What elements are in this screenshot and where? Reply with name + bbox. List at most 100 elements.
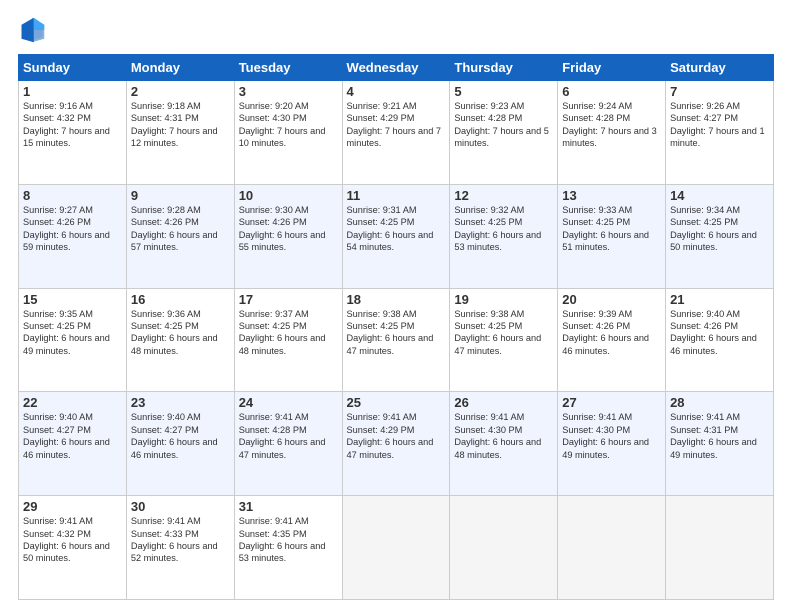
- day-info: Sunrise: 9:38 AMSunset: 4:25 PMDaylight:…: [347, 309, 434, 356]
- day-number: 7: [670, 84, 769, 99]
- day-info: Sunrise: 9:18 AMSunset: 4:31 PMDaylight:…: [131, 101, 218, 148]
- day-number: 6: [562, 84, 661, 99]
- day-info: Sunrise: 9:36 AMSunset: 4:25 PMDaylight:…: [131, 309, 218, 356]
- calendar-cell: 4 Sunrise: 9:21 AMSunset: 4:29 PMDayligh…: [342, 81, 450, 185]
- day-number: 24: [239, 395, 338, 410]
- calendar-cell: 26 Sunrise: 9:41 AMSunset: 4:30 PMDaylig…: [450, 392, 558, 496]
- day-number: 5: [454, 84, 553, 99]
- calendar-cell: 16 Sunrise: 9:36 AMSunset: 4:25 PMDaylig…: [126, 288, 234, 392]
- calendar-cell: 18 Sunrise: 9:38 AMSunset: 4:25 PMDaylig…: [342, 288, 450, 392]
- day-info: Sunrise: 9:41 AMSunset: 4:28 PMDaylight:…: [239, 412, 326, 459]
- day-number: 26: [454, 395, 553, 410]
- day-number: 16: [131, 292, 230, 307]
- col-header-thursday: Thursday: [450, 55, 558, 81]
- calendar-cell: 27 Sunrise: 9:41 AMSunset: 4:30 PMDaylig…: [558, 392, 666, 496]
- day-info: Sunrise: 9:41 AMSunset: 4:32 PMDaylight:…: [23, 516, 110, 563]
- day-number: 3: [239, 84, 338, 99]
- calendar-cell: 11 Sunrise: 9:31 AMSunset: 4:25 PMDaylig…: [342, 184, 450, 288]
- day-number: 13: [562, 188, 661, 203]
- day-info: Sunrise: 9:32 AMSunset: 4:25 PMDaylight:…: [454, 205, 541, 252]
- day-number: 4: [347, 84, 446, 99]
- day-number: 22: [23, 395, 122, 410]
- day-info: Sunrise: 9:21 AMSunset: 4:29 PMDaylight:…: [347, 101, 442, 148]
- calendar-cell: 28 Sunrise: 9:41 AMSunset: 4:31 PMDaylig…: [666, 392, 774, 496]
- week-row-2: 8 Sunrise: 9:27 AMSunset: 4:26 PMDayligh…: [19, 184, 774, 288]
- day-number: 17: [239, 292, 338, 307]
- logo-icon: [18, 16, 46, 44]
- calendar-cell: 9 Sunrise: 9:28 AMSunset: 4:26 PMDayligh…: [126, 184, 234, 288]
- day-info: Sunrise: 9:28 AMSunset: 4:26 PMDaylight:…: [131, 205, 218, 252]
- day-info: Sunrise: 9:23 AMSunset: 4:28 PMDaylight:…: [454, 101, 549, 148]
- calendar-cell: 1 Sunrise: 9:16 AMSunset: 4:32 PMDayligh…: [19, 81, 127, 185]
- day-number: 27: [562, 395, 661, 410]
- day-number: 14: [670, 188, 769, 203]
- calendar-cell: 13 Sunrise: 9:33 AMSunset: 4:25 PMDaylig…: [558, 184, 666, 288]
- day-info: Sunrise: 9:26 AMSunset: 4:27 PMDaylight:…: [670, 101, 765, 148]
- day-info: Sunrise: 9:41 AMSunset: 4:30 PMDaylight:…: [454, 412, 541, 459]
- calendar-table: SundayMondayTuesdayWednesdayThursdayFrid…: [18, 54, 774, 600]
- calendar-cell: [666, 496, 774, 600]
- day-info: Sunrise: 9:24 AMSunset: 4:28 PMDaylight:…: [562, 101, 657, 148]
- logo: [18, 16, 52, 44]
- day-number: 19: [454, 292, 553, 307]
- calendar-cell: 2 Sunrise: 9:18 AMSunset: 4:31 PMDayligh…: [126, 81, 234, 185]
- calendar-cell: 20 Sunrise: 9:39 AMSunset: 4:26 PMDaylig…: [558, 288, 666, 392]
- calendar-cell: 8 Sunrise: 9:27 AMSunset: 4:26 PMDayligh…: [19, 184, 127, 288]
- day-number: 10: [239, 188, 338, 203]
- week-row-4: 22 Sunrise: 9:40 AMSunset: 4:27 PMDaylig…: [19, 392, 774, 496]
- day-info: Sunrise: 9:41 AMSunset: 4:31 PMDaylight:…: [670, 412, 757, 459]
- day-number: 25: [347, 395, 446, 410]
- calendar-cell: [450, 496, 558, 600]
- day-number: 11: [347, 188, 446, 203]
- day-info: Sunrise: 9:27 AMSunset: 4:26 PMDaylight:…: [23, 205, 110, 252]
- col-header-monday: Monday: [126, 55, 234, 81]
- calendar-cell: 5 Sunrise: 9:23 AMSunset: 4:28 PMDayligh…: [450, 81, 558, 185]
- day-info: Sunrise: 9:34 AMSunset: 4:25 PMDaylight:…: [670, 205, 757, 252]
- day-info: Sunrise: 9:35 AMSunset: 4:25 PMDaylight:…: [23, 309, 110, 356]
- col-header-friday: Friday: [558, 55, 666, 81]
- day-info: Sunrise: 9:41 AMSunset: 4:35 PMDaylight:…: [239, 516, 326, 563]
- day-number: 15: [23, 292, 122, 307]
- day-number: 8: [23, 188, 122, 203]
- day-number: 9: [131, 188, 230, 203]
- header-row: SundayMondayTuesdayWednesdayThursdayFrid…: [19, 55, 774, 81]
- day-info: Sunrise: 9:40 AMSunset: 4:27 PMDaylight:…: [23, 412, 110, 459]
- day-info: Sunrise: 9:30 AMSunset: 4:26 PMDaylight:…: [239, 205, 326, 252]
- day-number: 23: [131, 395, 230, 410]
- day-info: Sunrise: 9:33 AMSunset: 4:25 PMDaylight:…: [562, 205, 649, 252]
- day-info: Sunrise: 9:20 AMSunset: 4:30 PMDaylight:…: [239, 101, 326, 148]
- day-info: Sunrise: 9:41 AMSunset: 4:29 PMDaylight:…: [347, 412, 434, 459]
- day-info: Sunrise: 9:38 AMSunset: 4:25 PMDaylight:…: [454, 309, 541, 356]
- calendar-cell: 7 Sunrise: 9:26 AMSunset: 4:27 PMDayligh…: [666, 81, 774, 185]
- page: SundayMondayTuesdayWednesdayThursdayFrid…: [0, 0, 792, 612]
- calendar-cell: 31 Sunrise: 9:41 AMSunset: 4:35 PMDaylig…: [234, 496, 342, 600]
- calendar-cell: 24 Sunrise: 9:41 AMSunset: 4:28 PMDaylig…: [234, 392, 342, 496]
- day-number: 31: [239, 499, 338, 514]
- calendar-cell: 22 Sunrise: 9:40 AMSunset: 4:27 PMDaylig…: [19, 392, 127, 496]
- day-info: Sunrise: 9:41 AMSunset: 4:33 PMDaylight:…: [131, 516, 218, 563]
- day-info: Sunrise: 9:40 AMSunset: 4:27 PMDaylight:…: [131, 412, 218, 459]
- day-info: Sunrise: 9:41 AMSunset: 4:30 PMDaylight:…: [562, 412, 649, 459]
- calendar-cell: [342, 496, 450, 600]
- col-header-sunday: Sunday: [19, 55, 127, 81]
- calendar-cell: 12 Sunrise: 9:32 AMSunset: 4:25 PMDaylig…: [450, 184, 558, 288]
- calendar-cell: 3 Sunrise: 9:20 AMSunset: 4:30 PMDayligh…: [234, 81, 342, 185]
- calendar-cell: 25 Sunrise: 9:41 AMSunset: 4:29 PMDaylig…: [342, 392, 450, 496]
- week-row-3: 15 Sunrise: 9:35 AMSunset: 4:25 PMDaylig…: [19, 288, 774, 392]
- day-number: 29: [23, 499, 122, 514]
- calendar-cell: 30 Sunrise: 9:41 AMSunset: 4:33 PMDaylig…: [126, 496, 234, 600]
- col-header-tuesday: Tuesday: [234, 55, 342, 81]
- week-row-5: 29 Sunrise: 9:41 AMSunset: 4:32 PMDaylig…: [19, 496, 774, 600]
- col-header-wednesday: Wednesday: [342, 55, 450, 81]
- calendar-cell: 23 Sunrise: 9:40 AMSunset: 4:27 PMDaylig…: [126, 392, 234, 496]
- day-number: 2: [131, 84, 230, 99]
- day-number: 21: [670, 292, 769, 307]
- calendar-cell: 17 Sunrise: 9:37 AMSunset: 4:25 PMDaylig…: [234, 288, 342, 392]
- calendar-cell: 19 Sunrise: 9:38 AMSunset: 4:25 PMDaylig…: [450, 288, 558, 392]
- col-header-saturday: Saturday: [666, 55, 774, 81]
- day-number: 20: [562, 292, 661, 307]
- day-info: Sunrise: 9:37 AMSunset: 4:25 PMDaylight:…: [239, 309, 326, 356]
- day-number: 30: [131, 499, 230, 514]
- day-info: Sunrise: 9:40 AMSunset: 4:26 PMDaylight:…: [670, 309, 757, 356]
- day-info: Sunrise: 9:31 AMSunset: 4:25 PMDaylight:…: [347, 205, 434, 252]
